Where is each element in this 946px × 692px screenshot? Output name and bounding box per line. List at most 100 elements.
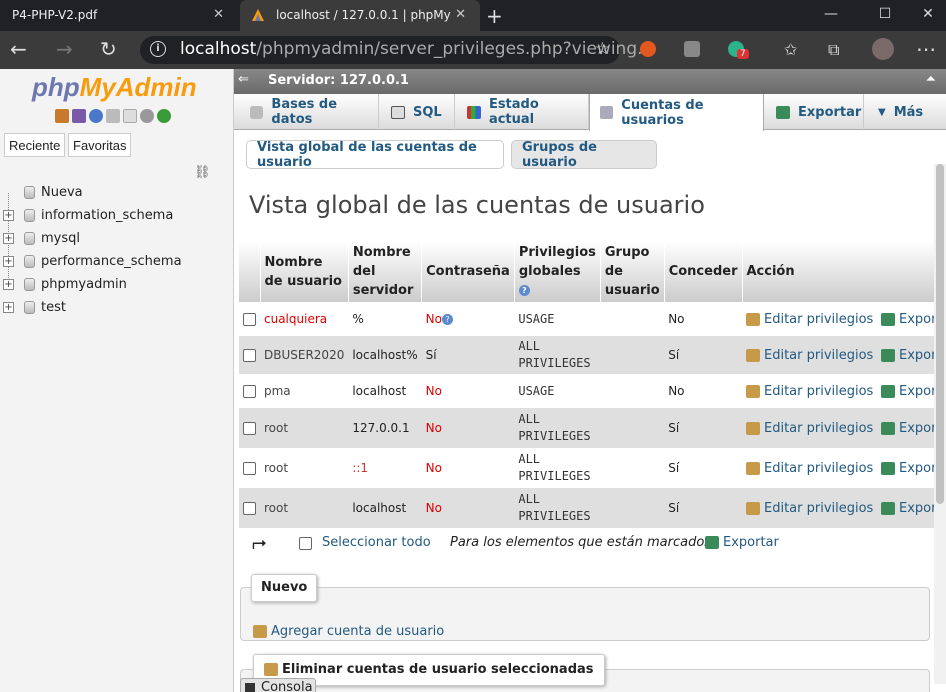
address-toolbar: ← → ↻ i localhost/phpmyadmin/server_priv… — [0, 31, 946, 69]
row-checkbox[interactable] — [243, 502, 256, 515]
edit-privileges-link[interactable]: Editar privilegios — [746, 421, 873, 436]
extension-fox-icon[interactable] — [640, 41, 656, 57]
home-icon[interactable] — [55, 109, 69, 123]
console-toggle[interactable]: Consola — [240, 678, 316, 692]
cell-host: % — [348, 302, 422, 336]
database-icon — [24, 209, 35, 222]
add-user-link[interactable]: Agregar cuenta de usuario — [253, 624, 444, 639]
help-icon[interactable] — [89, 109, 103, 123]
tab-user-accounts[interactable]: Cuentas de usuarios — [589, 94, 764, 131]
row-checkbox[interactable] — [243, 385, 256, 398]
edit-privileges-link[interactable]: Editar privilegios — [746, 501, 873, 516]
help-icon[interactable]: ? — [441, 314, 453, 325]
maximize-icon[interactable]: ☐ — [862, 0, 908, 31]
favorite-star-icon[interactable]: ☆ — [595, 39, 610, 59]
favorites-icon[interactable]: ✩ — [784, 40, 797, 59]
link-icon[interactable]: ⛓ — [194, 165, 211, 180]
scrollbar[interactable] — [934, 164, 946, 684]
row-checkbox-cell[interactable] — [239, 302, 260, 336]
header-grant[interactable]: Conceder — [664, 241, 743, 302]
select-all-checkbox[interactable] — [299, 537, 312, 550]
expand-icon[interactable]: + — [3, 279, 14, 290]
row-checkbox-cell[interactable] — [239, 448, 260, 488]
collections-icon[interactable]: ⧉ — [828, 40, 839, 60]
sql-docs-icon[interactable] — [123, 109, 137, 123]
tree-item-database[interactable]: + performance_schema — [0, 250, 234, 273]
gear-icon[interactable] — [140, 109, 154, 123]
database-icon — [24, 255, 35, 268]
row-checkbox-cell[interactable] — [239, 488, 260, 528]
tab-sql[interactable]: SQL — [379, 94, 455, 130]
collapse-arrow-icon[interactable]: ⇐ — [238, 72, 249, 87]
main-content: ⇐ Servidor: 127.0.0.1 ⏶ Bases de datos S… — [234, 69, 946, 692]
expand-icon[interactable]: + — [3, 256, 14, 267]
phpmyadmin-logo[interactable]: phpMyAdmin — [32, 72, 197, 103]
reload-icon[interactable] — [157, 109, 171, 123]
tree-item-database[interactable]: + mysql — [0, 227, 234, 250]
row-checkbox[interactable] — [243, 422, 256, 435]
docs-icon[interactable] — [106, 109, 120, 123]
export-icon — [880, 421, 895, 435]
cell-actions: Editar privilegios Exportar — [742, 488, 946, 528]
edit-privileges-link[interactable]: Editar privilegios — [746, 312, 873, 327]
header-privileges[interactable]: Privilegios globales ? — [514, 241, 601, 302]
header-password[interactable]: Contraseña — [421, 241, 515, 302]
window-close-icon[interactable]: ✕ — [905, 0, 946, 31]
tab-databases[interactable]: Bases de datos — [234, 94, 379, 130]
subtab-user-groups[interactable]: Grupos de usuario — [511, 140, 657, 170]
new-tab-icon[interactable]: + — [486, 4, 503, 28]
cell-password: No — [421, 488, 515, 528]
avatar[interactable] — [872, 38, 894, 60]
server-label[interactable]: Servidor: 127.0.0.1 — [268, 73, 409, 88]
tab-more[interactable]: ▼ Más — [864, 94, 934, 130]
back-icon[interactable]: ← — [10, 37, 27, 61]
cell-host: localhost — [348, 488, 422, 528]
expand-icon[interactable]: + — [3, 233, 14, 244]
cell-user: cualquiera — [260, 302, 349, 336]
minimize-icon[interactable]: — — [808, 0, 854, 31]
subtab-global-overview[interactable]: Vista global de las cuentas de usuario — [246, 140, 504, 170]
tree-item-new[interactable]: Nueva — [0, 181, 234, 204]
row-checkbox-cell[interactable] — [239, 408, 260, 448]
expand-icon[interactable]: + — [3, 302, 14, 313]
url-bar[interactable]: i localhost/phpmyadmin/server_privileges… — [140, 36, 653, 64]
row-checkbox[interactable] — [243, 313, 256, 326]
tree-item-database[interactable]: + test — [0, 296, 234, 319]
extension-puzzle-icon[interactable] — [684, 41, 700, 57]
browser-tab-pdf[interactable]: P4-PHP-V2.pdf ✕ — [0, 0, 238, 31]
scrollbar-thumb[interactable] — [936, 164, 944, 504]
favorites-button[interactable]: Favoritas — [68, 133, 132, 157]
tree-item-database[interactable]: + information_schema — [0, 204, 234, 227]
row-checkbox-cell[interactable] — [239, 374, 260, 408]
header-group[interactable]: Grupo de usuario — [600, 241, 665, 302]
recent-button[interactable]: Reciente — [4, 133, 66, 157]
row-checkbox-cell[interactable] — [239, 336, 260, 374]
select-all-label[interactable]: Seleccionar todo — [322, 535, 431, 550]
browser-tab-phpmyadmin[interactable]: localhost / 127.0.0.1 | phpMyAdmin ✕ — [240, 0, 480, 31]
refresh-icon[interactable]: ↻ — [100, 37, 117, 61]
forward-icon[interactable]: → — [56, 37, 73, 61]
more-menu-icon[interactable]: ⋯ — [916, 37, 936, 61]
site-info-icon[interactable]: i — [150, 41, 166, 57]
row-checkbox[interactable] — [243, 349, 256, 362]
edit-privileges-link[interactable]: Editar privilegios — [746, 384, 873, 399]
bulk-export-button[interactable]: Exportar — [705, 535, 779, 550]
header-host[interactable]: Nombre del servidor — [348, 241, 423, 302]
database-icon — [24, 278, 35, 291]
help-icon[interactable]: ? — [518, 285, 530, 296]
tab-title: localhost / 127.0.0.1 | phpMyAdmin — [276, 8, 451, 22]
edit-privileges-link[interactable]: Editar privilegios — [746, 461, 873, 476]
tree-item-database[interactable]: + phpmyadmin — [0, 273, 234, 296]
logout-icon[interactable] — [72, 109, 86, 123]
edit-privileges-link[interactable]: Editar privilegios — [746, 348, 873, 363]
expand-icon[interactable]: + — [3, 210, 14, 221]
header-user[interactable]: Nombre de usuario — [260, 241, 349, 302]
close-tab-icon[interactable]: ✕ — [213, 7, 224, 22]
cell-grant: Sí — [664, 448, 742, 488]
database-icon — [250, 105, 264, 119]
close-tab-icon[interactable]: ✕ — [455, 7, 466, 22]
row-checkbox[interactable] — [243, 462, 256, 475]
tab-status[interactable]: Estado actual — [455, 94, 589, 130]
tab-export[interactable]: Exportar — [764, 94, 864, 130]
scroll-top-icon[interactable]: ⏶ — [926, 72, 936, 87]
